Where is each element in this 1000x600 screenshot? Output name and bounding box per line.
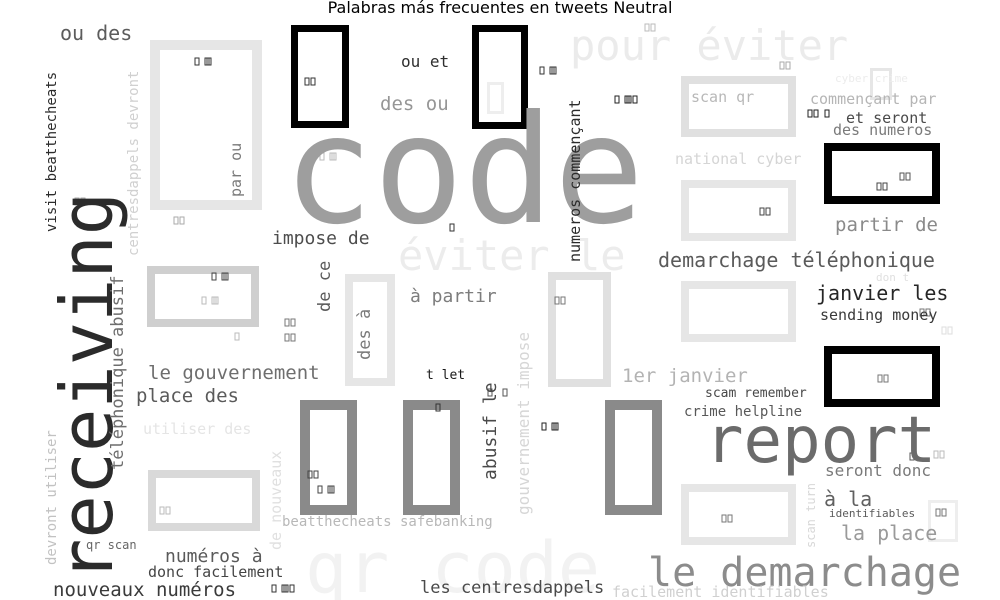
word-cloud-word: place des: [136, 385, 239, 407]
word-cloud-canvas: codereceiving reportqr code le demarchagep…: [44, 21, 961, 600]
placeholder-glyph-cluster: [554, 296, 566, 305]
word-cloud-word: utiliser des: [143, 420, 251, 438]
placeholder-glyph-cluster: [539, 66, 557, 75]
placeholder-glyph-cluster: [234, 332, 240, 341]
word-cloud-word: don t: [876, 271, 909, 284]
placeholder-glyph-cluster: [877, 374, 889, 383]
word-cloud-word: scan qr: [691, 88, 754, 106]
word-cloud-word: scam remember: [705, 386, 807, 401]
word-cloud-word: 1er janvier: [622, 365, 748, 387]
placeholder-glyph-cluster: [935, 508, 947, 517]
placeholder-glyph-cluster: [271, 584, 295, 593]
placeholder-glyph-cluster: [899, 172, 911, 181]
placeholder-glyph-cluster: [941, 326, 953, 335]
word-cloud-word: seront donc: [825, 461, 931, 480]
word-cloud-word: national cyber: [675, 150, 801, 168]
word-cloud-word: scan turn: [804, 483, 818, 548]
placeholder-glyph-box: [681, 281, 796, 342]
placeholder-glyph-cluster: [876, 182, 888, 191]
word-cloud-word: nouveaux numéros: [53, 579, 236, 600]
placeholder-glyph-box: [300, 400, 357, 515]
placeholder-glyph-cluster: [159, 506, 171, 515]
word-cloud-word: de ce: [315, 261, 335, 312]
word-cloud-word: des ou: [380, 93, 449, 115]
word-cloud-word: identifiables: [829, 507, 915, 520]
word-cloud-word: la place: [841, 521, 937, 545]
word-cloud-word: le gouvernement: [148, 362, 320, 384]
placeholder-glyph-box: [403, 400, 460, 515]
word-cloud-word: des à: [355, 309, 375, 360]
word-cloud-word: pour éviter: [570, 21, 848, 70]
placeholder-glyph-cluster: [284, 318, 296, 327]
placeholder-glyph-cluster: [173, 216, 185, 225]
word-cloud-word: téléphonique abusif: [108, 276, 128, 470]
word-cloud-word: janvier les: [816, 281, 948, 305]
placeholder-glyph-cluster: [759, 207, 771, 216]
word-cloud-word: ou des: [60, 21, 132, 45]
word-cloud-word: ou et: [401, 52, 449, 71]
word-cloud-word: numeros commençant: [566, 99, 584, 262]
placeholder-glyph-cluster: [721, 514, 733, 523]
placeholder-glyph-cluster: [824, 109, 830, 118]
placeholder-glyph-box: [605, 400, 662, 515]
placeholder-glyph-box: [681, 180, 796, 241]
word-cloud-word: de nouveaux: [267, 451, 285, 550]
placeholder-glyph-cluster: [211, 272, 229, 281]
word-cloud-word: devront utiliser: [44, 430, 60, 565]
word-cloud-word: crime helpline: [684, 404, 802, 420]
placeholder-glyph-box: [548, 272, 611, 387]
word-cloud-word: impose de: [272, 228, 370, 249]
word-cloud-word: visit beatthecheats: [44, 72, 60, 232]
word-cloud-word: à partir: [410, 286, 497, 307]
placeholder-glyph-cluster: [194, 57, 212, 66]
word-cloud-word: partir de: [835, 214, 938, 236]
word-cloud-word: éviter le: [398, 231, 626, 280]
placeholder-glyph-cluster: [502, 388, 508, 397]
placeholder-glyph-cluster: [201, 296, 219, 305]
placeholder-glyph-cluster: [317, 485, 335, 494]
word-cloud-word: beatthecheats safebanking: [282, 514, 493, 530]
word-cloud-word: sending money: [820, 306, 937, 324]
word-cloud-word: des numeros: [833, 121, 932, 139]
word-cloud-word: les centresdappels: [420, 578, 604, 598]
word-cloud-word: centresdappels devront: [126, 71, 142, 256]
word-cloud-word: commençant par: [810, 90, 936, 108]
word-cloud-word: cyber crime: [835, 72, 908, 85]
placeholder-glyph-cluster: [807, 109, 819, 118]
word-cloud-word: demarchage téléphonique: [658, 248, 935, 272]
word-cloud-word: gouvernement impose: [514, 332, 533, 515]
word-cloud-word: abusif le: [480, 382, 501, 480]
word-cloud-chart: Palabras más frecuentes en tweets Neutra…: [0, 0, 1000, 600]
word-cloud-word: t let: [426, 368, 465, 383]
word-cloud-word: qr scan: [86, 538, 137, 552]
placeholder-glyph-box: [824, 143, 940, 204]
placeholder-glyph-box: [148, 470, 260, 531]
word-cloud-word: facilement identifiables: [612, 583, 829, 600]
word-cloud-word: par ou: [227, 143, 245, 197]
placeholder-glyph-box: [681, 484, 796, 545]
placeholder-glyph-cluster: [541, 422, 559, 431]
placeholder-glyph-cluster: [284, 333, 296, 342]
